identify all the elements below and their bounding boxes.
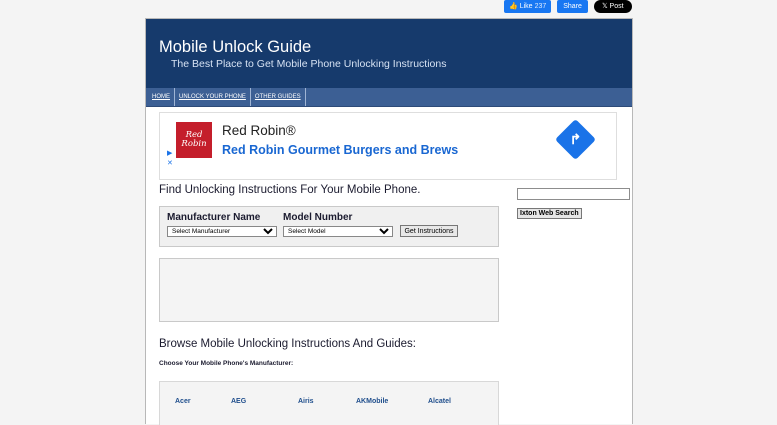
advertisement[interactable]: Red Robin ▶ ✕ Red Robin® Red Robin Gourm… (159, 112, 617, 180)
manufacturer-link-akmobile[interactable]: AKMobile (356, 398, 388, 405)
site-title[interactable]: Mobile Unlock Guide (159, 38, 311, 57)
manufacturer-label: Manufacturer Name (167, 212, 261, 223)
nav-home[interactable]: HOME (146, 88, 175, 106)
ad-choices-icon[interactable]: ▶ (167, 149, 172, 157)
ad-subtitle[interactable]: Red Robin Gourmet Burgers and Brews (222, 143, 458, 157)
manufacturer-select[interactable]: Select Manufacturer (167, 226, 277, 237)
facebook-like-button[interactable]: 👍 Like 237 (504, 0, 552, 13)
model-label: Model Number (283, 212, 353, 223)
site-tagline: The Best Place to Get Mobile Phone Unloc… (171, 58, 447, 70)
manufacturer-link-acer[interactable]: Acer (175, 398, 191, 405)
x-logo-icon: 𝕏 (601, 3, 608, 10)
get-instructions-button[interactable]: Get Instructions (400, 225, 458, 237)
facebook-share-button[interactable]: Share (557, 0, 588, 13)
site-header: Mobile Unlock Guide The Best Place to Ge… (146, 19, 632, 89)
nav-unlock-your-phone[interactable]: UNLOCK YOUR PHONE (175, 88, 251, 106)
ad-close-icon[interactable]: ✕ (167, 159, 173, 167)
nav-bar: HOME UNLOCK YOUR PHONE OTHER GUIDES (146, 88, 632, 107)
manufacturer-link-airis[interactable]: Airis (298, 398, 314, 405)
finder-heading: Find Unlocking Instructions For Your Mob… (159, 184, 421, 196)
social-buttons: 👍 Like 237 Share 𝕏 Post (504, 0, 632, 14)
thumbs-up-icon: 👍 (509, 3, 518, 10)
page-container: Mobile Unlock Guide The Best Place to Ge… (145, 18, 633, 425)
web-search-button[interactable]: Ixton Web Search (517, 208, 582, 219)
ad-directions-icon[interactable]: ↱ (554, 118, 597, 161)
ad-title[interactable]: Red Robin® (222, 123, 296, 138)
logo-text-robin: Robin (181, 139, 207, 149)
like-label: Like (519, 3, 533, 10)
model-select[interactable]: Select Model (283, 226, 393, 237)
manufacturer-link-aeg[interactable]: AEG (231, 398, 246, 405)
post-label: Post (609, 3, 624, 10)
manufacturer-list: Acer AEG Airis AKMobile Alcatel (159, 381, 499, 425)
content-placeholder (159, 258, 499, 322)
manufacturer-link-alcatel[interactable]: Alcatel (428, 398, 451, 405)
nav-other-guides[interactable]: OTHER GUIDES (251, 88, 306, 106)
phone-finder-form: Manufacturer Name Model Number Select Ma… (159, 206, 499, 247)
like-count: 237 (534, 3, 547, 10)
choose-manufacturer-label: Choose Your Mobile Phone's Manufacturer: (159, 360, 294, 367)
x-post-button[interactable]: 𝕏 Post (593, 0, 632, 13)
browse-heading: Browse Mobile Unlocking Instructions And… (159, 338, 416, 350)
red-robin-logo[interactable]: Red Robin (176, 122, 212, 158)
web-search-input[interactable] (517, 188, 630, 200)
